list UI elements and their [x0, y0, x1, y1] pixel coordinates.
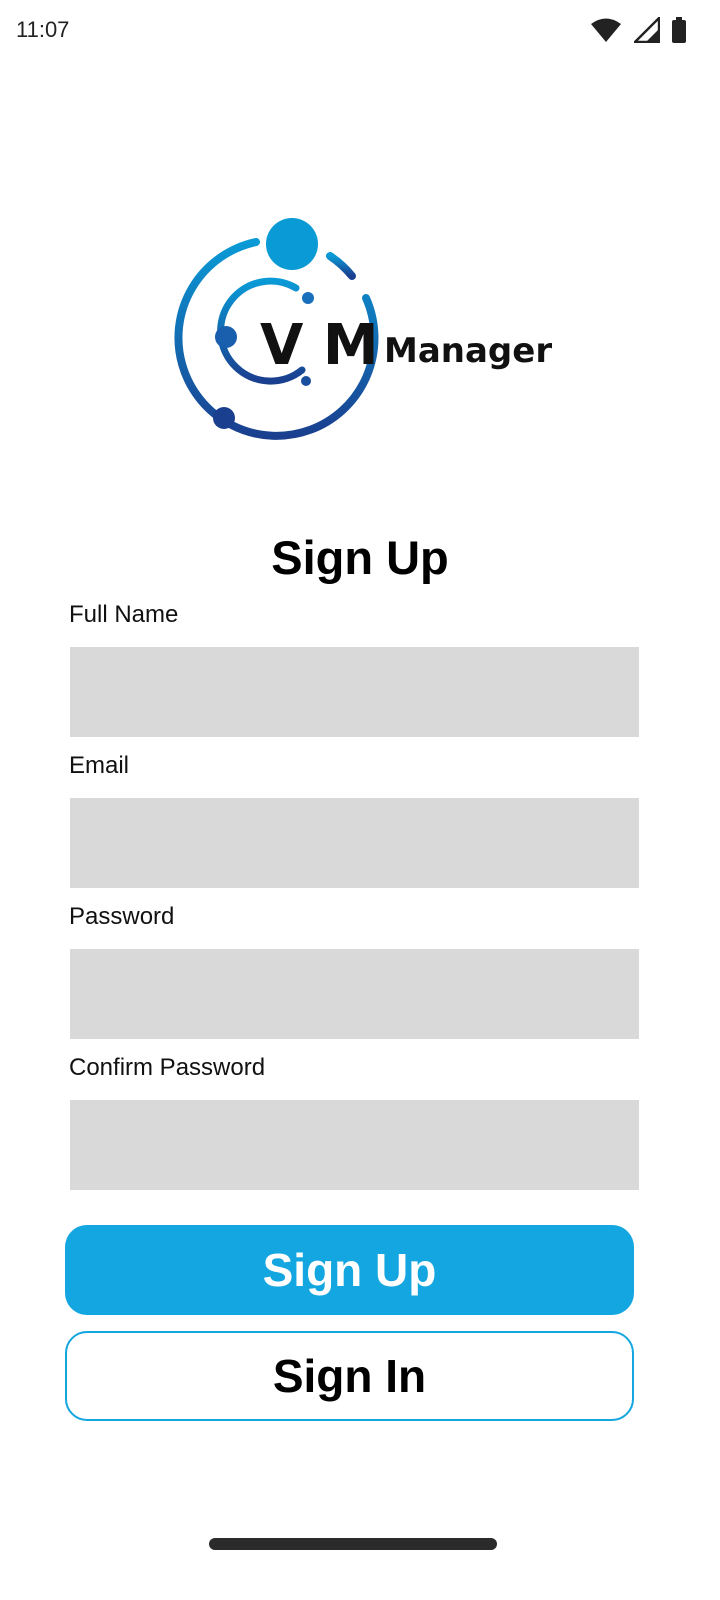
wifi-icon: [590, 17, 622, 48]
page-title: Sign Up: [271, 531, 449, 584]
logo-text-vm: V M: [260, 313, 379, 378]
status-bar: 11:07: [0, 0, 720, 62]
confirm-password-input[interactable]: [70, 1100, 639, 1190]
sign-in-button[interactable]: Sign In: [65, 1331, 634, 1421]
email-input[interactable]: [70, 798, 639, 888]
cellular-signal-icon: [632, 15, 661, 48]
status-time: 11:07: [16, 17, 70, 42]
full-name-input[interactable]: [70, 647, 639, 737]
battery-icon: [672, 17, 686, 48]
email-label: Email: [69, 752, 130, 779]
sign-up-button[interactable]: Sign Up: [65, 1225, 634, 1315]
logo-text-manager: Manager: [384, 331, 552, 371]
home-indicator[interactable]: [209, 1538, 497, 1550]
confirm-password-label: Confirm Password: [69, 1054, 266, 1081]
vm-manager-logo: V M Manager: [172, 212, 552, 444]
password-label: Password: [69, 903, 175, 930]
full-name-label: Full Name: [69, 601, 179, 628]
password-input[interactable]: [70, 949, 639, 1039]
status-icons: [590, 15, 686, 48]
